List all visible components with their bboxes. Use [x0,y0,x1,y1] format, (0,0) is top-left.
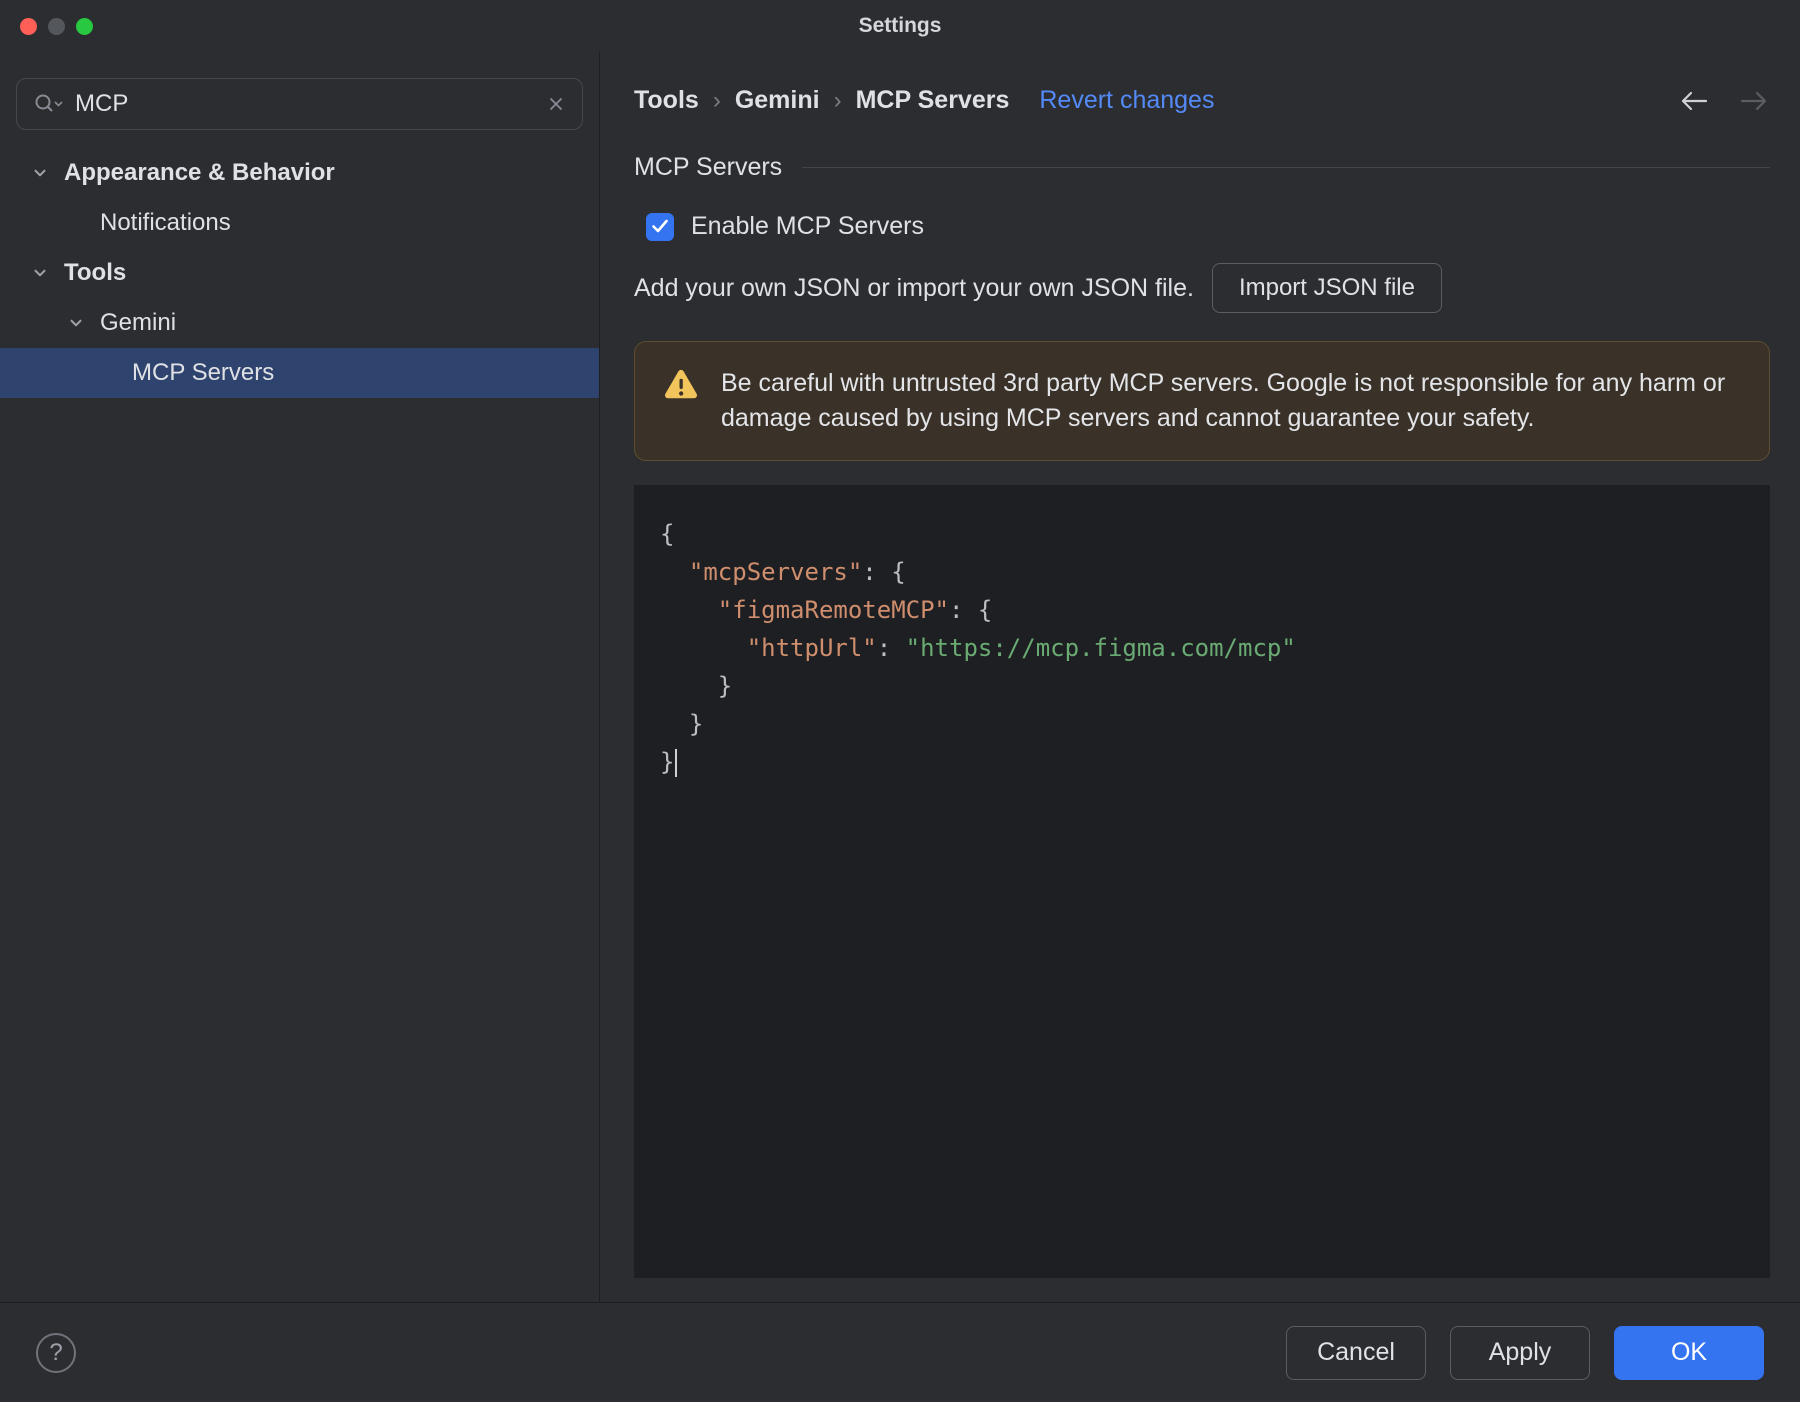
sidebar-item-label: Gemini [100,309,177,336]
warning-banner: Be careful with untrusted 3rd party MCP … [634,341,1770,461]
ok-button[interactable]: OK [1614,1325,1764,1380]
forward-arrow-icon[interactable] [1738,88,1770,114]
chevron-down-icon[interactable] [30,263,50,283]
sidebar-item-gemini[interactable]: Gemini [0,298,599,348]
settings-tree: Appearance & Behavior Notifications Tool… [0,148,599,398]
chevron-down-icon[interactable] [66,313,86,333]
breadcrumb-separator-icon: › [712,86,721,114]
enable-mcp-row: Enable MCP Servers [634,212,1770,241]
enable-mcp-checkbox[interactable] [646,212,674,241]
section-divider [802,167,1770,168]
breadcrumb-item-mcp-servers: MCP Servers [855,86,1010,114]
sidebar-item-mcp-servers[interactable]: MCP Servers [0,348,599,398]
section-header: MCP Servers [634,153,1770,182]
search-input[interactable] [75,90,534,118]
chevron-down-icon[interactable] [30,163,50,183]
revert-changes-link[interactable]: Revert changes [1039,86,1214,115]
history-nav [1678,88,1770,114]
help-button[interactable]: ? [36,1332,76,1373]
breadcrumb-item-gemini[interactable]: Gemini [735,86,820,115]
json-editor[interactable]: { "mcpServers": { "figmaRemoteMCP": { "h… [634,485,1770,1278]
warning-text: Be careful with untrusted 3rd party MCP … [721,369,1726,432]
breadcrumb: Tools › Gemini › MCP Servers Revert chan… [634,86,1770,115]
sidebar-item-label: Appearance & Behavior [64,159,335,186]
settings-window: Settings MCP Appearance & Behavior Notif… [0,0,1800,1402]
settings-sidebar: Appearance & Behavior Notifications Tool… [0,52,600,1302]
close-window-button[interactable] [20,17,37,35]
section-title: MCP Servers [634,153,783,181]
clear-search-icon[interactable] [546,94,566,114]
enable-mcp-label: Enable MCP Servers [691,212,924,240]
settings-search-field[interactable] [16,78,583,130]
breadcrumb-separator-icon: › [833,86,842,114]
import-row: Add your own JSON or import your own JSO… [634,263,1770,313]
import-description: Add your own JSON or import your own JSO… [634,273,1194,302]
dialog-footer: ? Cancel Apply OK [0,1302,1800,1402]
titlebar: Settings [0,0,1800,52]
minimize-window-button[interactable] [48,17,65,35]
sidebar-item-label: Tools [64,259,127,286]
search-icon[interactable] [33,92,63,116]
warning-icon [663,368,699,411]
window-title: Settings [858,14,942,37]
sidebar-item-notifications[interactable]: Notifications [0,198,599,248]
sidebar-item-tools[interactable]: Tools [0,248,599,298]
breadcrumb-item-tools[interactable]: Tools [634,86,699,115]
apply-button[interactable]: Apply [1450,1325,1590,1380]
import-json-button[interactable]: Import JSON file [1211,263,1442,313]
traffic-lights [20,0,93,52]
sidebar-item-label: Notifications [100,209,231,236]
back-arrow-icon[interactable] [1678,88,1710,114]
sidebar-item-label: MCP Servers [132,359,275,386]
zoom-window-button[interactable] [76,17,93,35]
sidebar-item-appearance-behavior[interactable]: Appearance & Behavior [0,148,599,198]
cancel-button[interactable]: Cancel [1286,1325,1426,1380]
settings-content: Tools › Gemini › MCP Servers Revert chan… [600,52,1800,1302]
footer-buttons: Cancel Apply OK [1286,1325,1764,1380]
text-cursor [675,749,678,777]
